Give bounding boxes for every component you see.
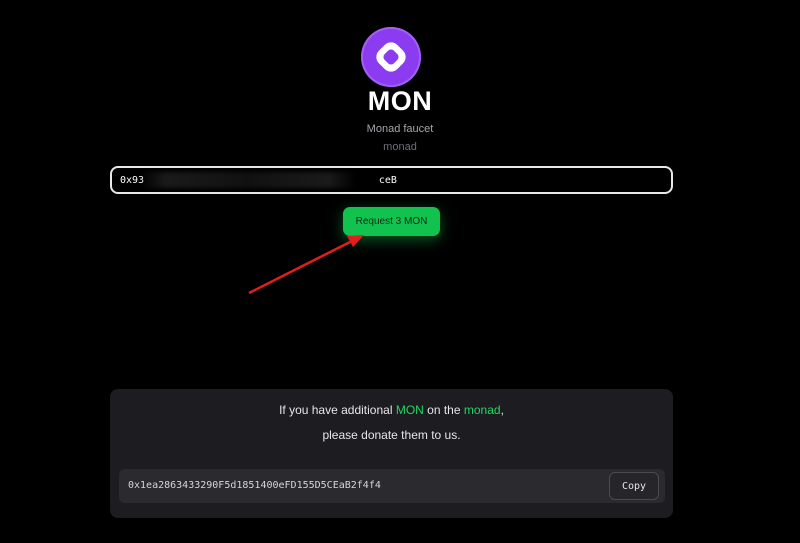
donation-card: If you have additional MON on the monad,… (110, 389, 673, 518)
token-highlight: MON (395, 403, 424, 417)
donation-address: 0x1ea2863433290F5d1851400eFD155D5CEaB2f4… (128, 480, 381, 491)
donation-text: , (500, 403, 504, 417)
donation-message-line1: If you have additional MON on the monad, (110, 403, 673, 417)
donation-message-line2: please donate them to us. (322, 428, 461, 442)
donation-text: If you have additional (279, 403, 396, 417)
network-highlight: monad (463, 403, 501, 417)
donation-text: on the (423, 403, 464, 417)
donation-address-box: 0x1ea2863433290F5d1851400eFD155D5CEaB2f4… (119, 469, 665, 503)
copy-button[interactable]: Copy (609, 472, 659, 500)
